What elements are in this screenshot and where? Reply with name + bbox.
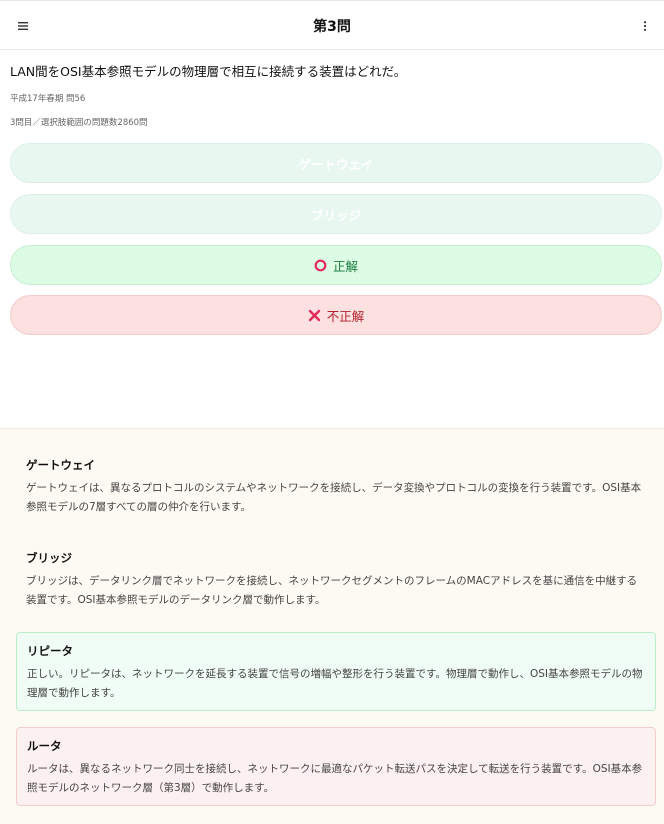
choice-correct-button[interactable]: 正解 <box>10 245 662 285</box>
explanation-body: 正しい。リピータは、ネットワークを延長する装置で信号の増幅や整形を行う装置です。… <box>27 668 643 699</box>
choice-label: 不正解 <box>326 308 365 324</box>
choice-label: 正解 <box>332 258 358 274</box>
page-title: 第3問 <box>313 19 351 35</box>
choice-label: ブリッジ <box>310 207 361 223</box>
explanation-body: ルータは、異なるネットワーク同士を接続し、ネットワークに最適なパケット転送パスを… <box>27 763 643 794</box>
explanation-router: ルータ ルータは、異なるネットワーク同士を接続し、ネットワークに最適なパケット転… <box>16 727 656 806</box>
choice-bridge-button[interactable]: ブリッジ <box>10 194 662 234</box>
x-icon <box>308 309 321 322</box>
explanation-title: リピータ <box>27 644 73 658</box>
question-text: LAN間をOSI基本参照モデルの物理層で相互に接続する装置はどれだ。 <box>10 64 407 79</box>
choice-wrong-button[interactable]: 不正解 <box>10 295 662 335</box>
explanation-title: ゲートウェイ <box>26 458 95 472</box>
explanation-body: ブリッジは、データリンク層でネットワークを接続し、ネットワークセグメントのフレー… <box>26 575 638 606</box>
explanation-gateway: ゲートウェイ ゲートウェイは、異なるプロトコルのシステムやネットワークを接続し、… <box>16 457 656 517</box>
question-source: 平成17年春期 問56 <box>10 94 86 104</box>
question-progress: 3問目／選択肢範囲の問題数2860問 <box>10 118 148 128</box>
circle-icon <box>314 259 327 272</box>
explanation-title: ルータ <box>27 739 62 753</box>
choice-label: ゲートウェイ <box>298 156 374 172</box>
explanation-repeater: リピータ 正しい。リピータは、ネットワークを延長する装置で信号の増幅や整形を行う… <box>16 632 656 711</box>
explanation-bridge: ブリッジ ブリッジは、データリンク層でネットワークを接続し、ネットワークセグメン… <box>16 550 656 610</box>
choice-gateway-button[interactable]: ゲートウェイ <box>10 143 662 183</box>
more-options-icon[interactable] <box>634 15 656 37</box>
explanation-body: ゲートウェイは、異なるプロトコルのシステムやネットワークを接続し、データ変換やプ… <box>26 482 642 513</box>
app-header: 第3問 <box>0 0 664 50</box>
explanation-title: ブリッジ <box>26 551 72 565</box>
